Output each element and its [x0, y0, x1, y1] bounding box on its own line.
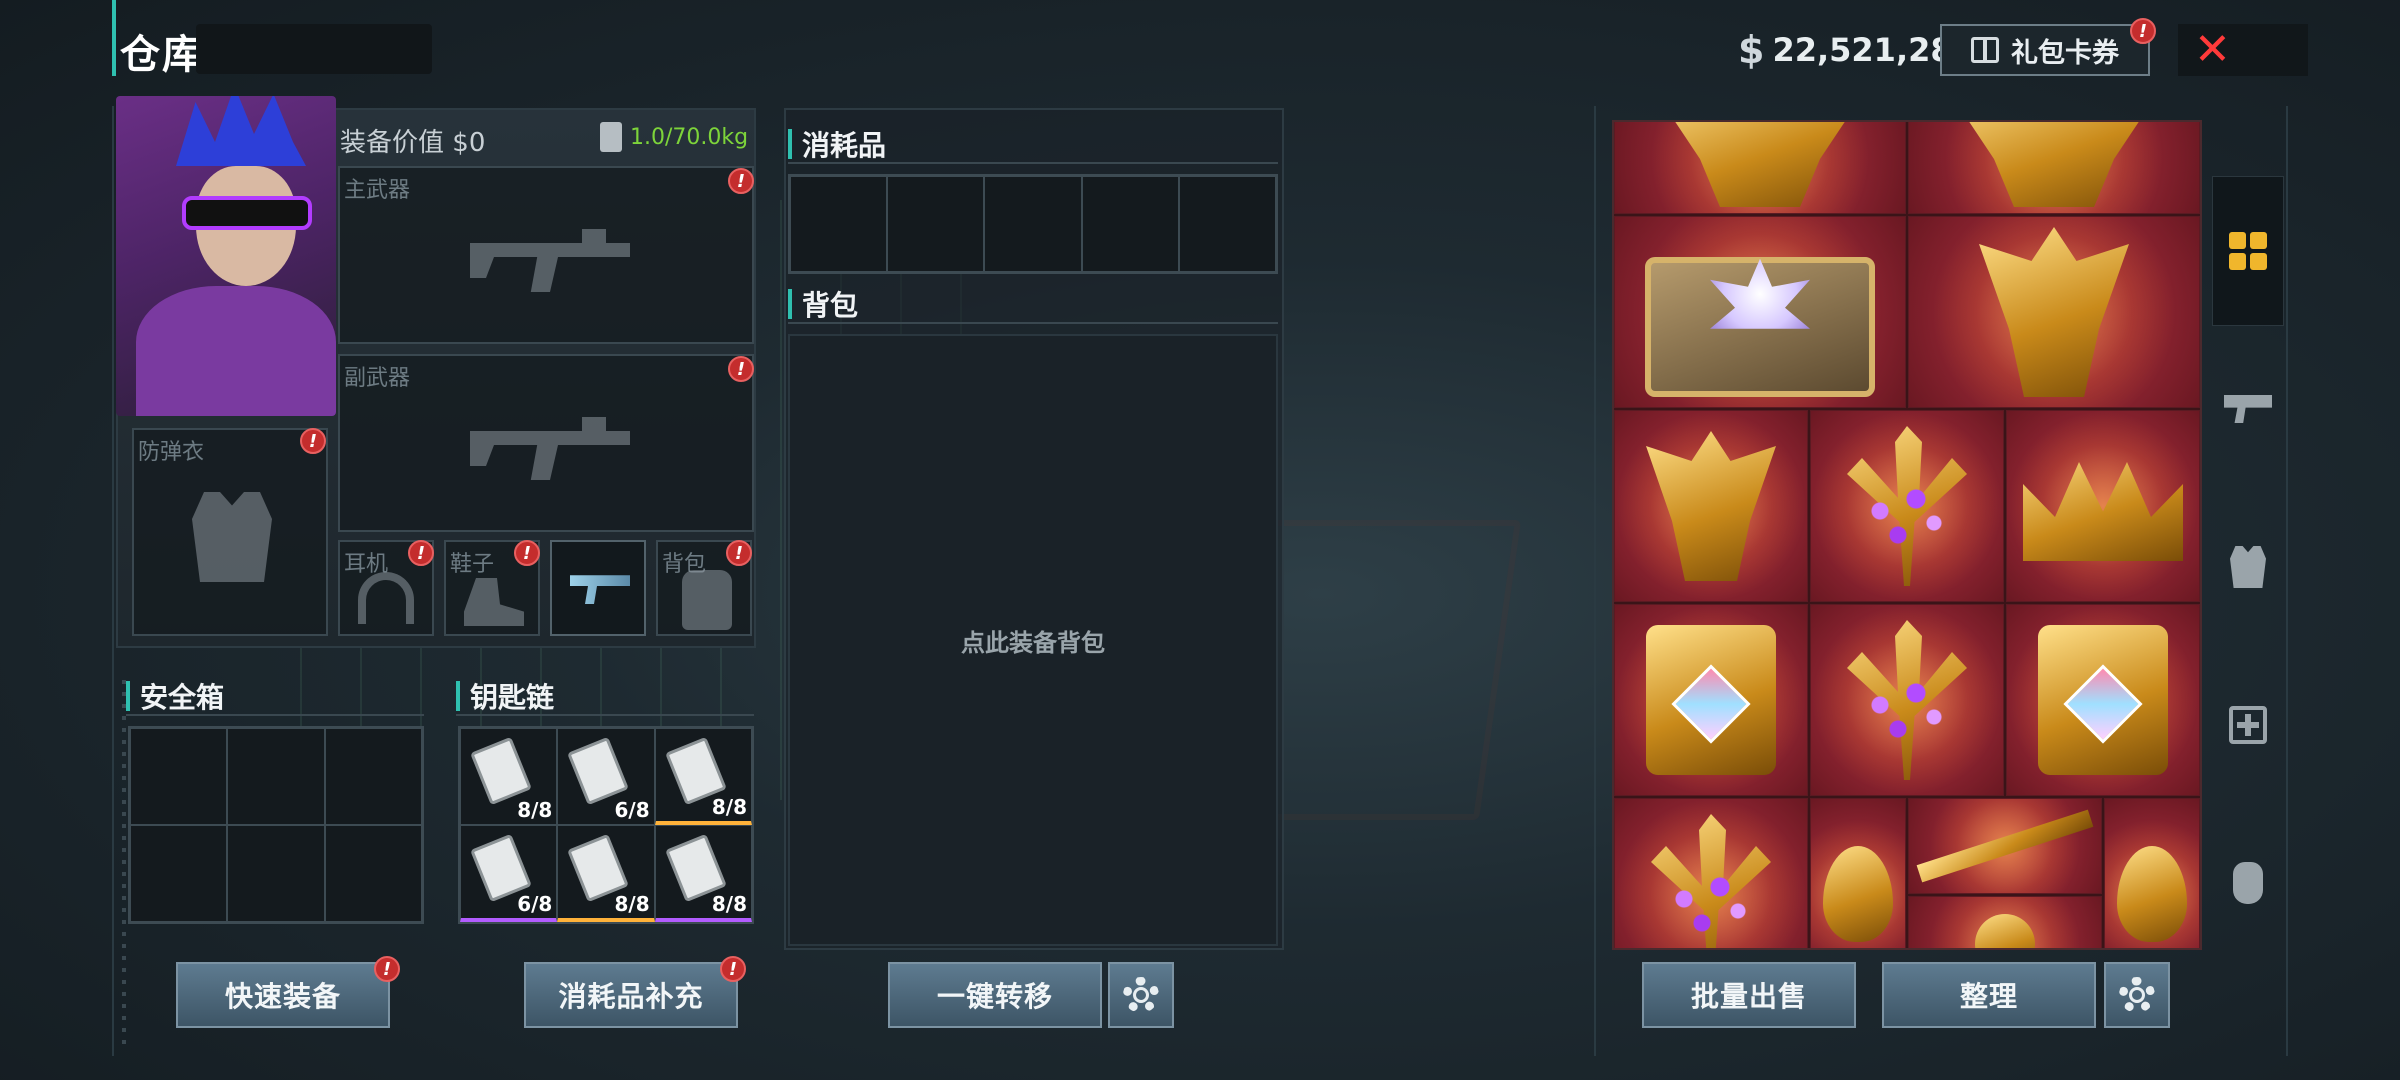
gear-value: 装备价值 $0 — [340, 128, 486, 158]
pistol-icon — [2224, 395, 2272, 423]
dollar-icon: $ — [1738, 28, 1765, 72]
secondary-weapon-slot[interactable]: 副武器 — [338, 354, 754, 532]
grenade-icon — [2233, 862, 2263, 904]
headphones-icon — [358, 572, 414, 624]
keycard-icon — [567, 736, 630, 806]
consumables-grid[interactable] — [788, 174, 1278, 274]
keychain-header: 钥匙链 — [456, 676, 554, 716]
secondary-alert-badge: ! — [728, 356, 754, 382]
backpack-placeholder: 点此装备背包 — [961, 628, 1105, 657]
carry-weight: 1.0/70.0kg — [600, 122, 748, 152]
storage-item[interactable] — [1614, 216, 1906, 408]
medkit-icon — [2229, 706, 2267, 744]
bulk-sell-button[interactable]: 批量出售 — [1642, 962, 1856, 1028]
primary-alert-badge: ! — [728, 168, 754, 194]
primary-weapon-slot[interactable]: 主武器 — [338, 166, 754, 344]
tab-medical[interactable] — [2212, 650, 2284, 800]
keycard-item[interactable]: 8/8 — [460, 728, 558, 825]
transfer-all-button[interactable]: 一键转移 — [888, 962, 1102, 1028]
storage-item[interactable] — [1908, 896, 2102, 948]
safe-box-cell[interactable] — [227, 825, 325, 922]
storage-item[interactable] — [1614, 410, 1808, 602]
gear-icon — [2119, 977, 2155, 1013]
keychain-grid[interactable]: 8/8 6/8 8/8 6/8 8/8 8/8 — [458, 726, 754, 924]
gift-card-label: 礼包卡券 — [2011, 37, 2119, 69]
armor-slot[interactable]: 防弹衣 — [132, 428, 328, 636]
pistol-icon — [570, 575, 630, 604]
transfer-settings-button[interactable] — [1108, 962, 1174, 1028]
tab-all-items[interactable] — [2212, 176, 2284, 326]
storage-item[interactable] — [1614, 122, 1906, 214]
refill-consumables-button[interactable]: 消耗品补充 — [524, 962, 738, 1028]
keycard-icon — [470, 736, 532, 806]
tab-throwables[interactable] — [2212, 808, 2284, 958]
sort-button[interactable]: 整理 — [1882, 962, 2096, 1028]
gift-alert-badge: ! — [2130, 18, 2156, 44]
backpack-alert-badge: ! — [726, 540, 752, 566]
decorative-divider — [122, 680, 126, 1050]
safe-box-grid[interactable] — [128, 726, 424, 924]
storage-item[interactable] — [1614, 798, 1808, 948]
storage-item[interactable] — [2006, 410, 2200, 602]
tab-armor[interactable] — [2212, 492, 2284, 642]
storage-settings-button[interactable] — [2104, 962, 2170, 1028]
storage-item[interactable] — [1810, 604, 2004, 796]
consumables-header: 消耗品 — [788, 124, 886, 164]
title-accent-bar — [112, 0, 116, 76]
safe-box-cell[interactable] — [324, 825, 422, 922]
storage-item[interactable] — [1614, 604, 1808, 796]
safe-box-header: 安全箱 — [126, 676, 224, 716]
gift-icon — [1971, 37, 1999, 63]
storage-item[interactable] — [1908, 216, 2200, 408]
storage-item[interactable] — [1810, 410, 2004, 602]
keycard-item[interactable]: 8/8 — [654, 728, 752, 825]
storage-grid[interactable] — [1612, 120, 2202, 950]
safe-box-cell[interactable] — [130, 728, 228, 825]
backpack-header: 背包 — [788, 284, 858, 324]
keycard-item[interactable]: 8/8 — [654, 825, 752, 922]
keycard-item[interactable]: 6/8 — [557, 728, 655, 825]
consumable-cell[interactable] — [1178, 176, 1276, 272]
equip-backpack-area[interactable]: 点此装备背包 — [788, 334, 1278, 946]
armor-icon — [2230, 546, 2266, 588]
tab-weapons[interactable] — [2212, 334, 2284, 484]
quick-equip-alert-badge: ! — [374, 956, 400, 982]
storage-item[interactable] — [1908, 798, 2102, 894]
gear-icon — [1123, 977, 1159, 1013]
close-button[interactable]: ✕ — [2178, 24, 2308, 76]
backpack-icon — [682, 570, 732, 630]
storage-filter-tabs — [2212, 176, 2284, 956]
vest-icon — [192, 492, 272, 582]
weight-icon — [600, 122, 622, 152]
headset-alert-badge: ! — [408, 540, 434, 566]
safe-box-cell[interactable] — [227, 728, 325, 825]
character-avatar[interactable] — [116, 96, 336, 416]
consumable-cell[interactable] — [887, 176, 985, 272]
refill-alert-badge: ! — [720, 956, 746, 982]
quick-item-slot[interactable] — [550, 540, 646, 636]
grid-icon — [2229, 232, 2267, 270]
boot-icon — [464, 578, 524, 626]
close-icon: ✕ — [2194, 24, 2231, 75]
consumable-cell[interactable] — [1081, 176, 1179, 272]
page-title: 仓库 — [120, 32, 204, 78]
storage-item[interactable] — [2006, 604, 2200, 796]
shoes-alert-badge: ! — [514, 540, 540, 566]
quick-equip-button[interactable]: 快速装备 — [176, 962, 390, 1028]
safe-box-cell[interactable] — [130, 825, 228, 922]
storage-item[interactable] — [1908, 122, 2200, 214]
gift-card-button[interactable]: 礼包卡券 — [1940, 24, 2150, 76]
keycard-item[interactable]: 8/8 — [557, 825, 655, 922]
redacted-username — [196, 24, 432, 74]
consumable-cell[interactable] — [984, 176, 1082, 272]
armor-alert-badge: ! — [300, 428, 326, 454]
rifle-icon — [470, 229, 630, 292]
storage-item[interactable] — [1810, 798, 1906, 948]
storage-item[interactable] — [2104, 798, 2200, 948]
safe-box-cell[interactable] — [324, 728, 422, 825]
smg-icon — [470, 417, 630, 480]
consumable-cell[interactable] — [790, 176, 888, 272]
keycard-item[interactable]: 6/8 — [460, 825, 558, 922]
